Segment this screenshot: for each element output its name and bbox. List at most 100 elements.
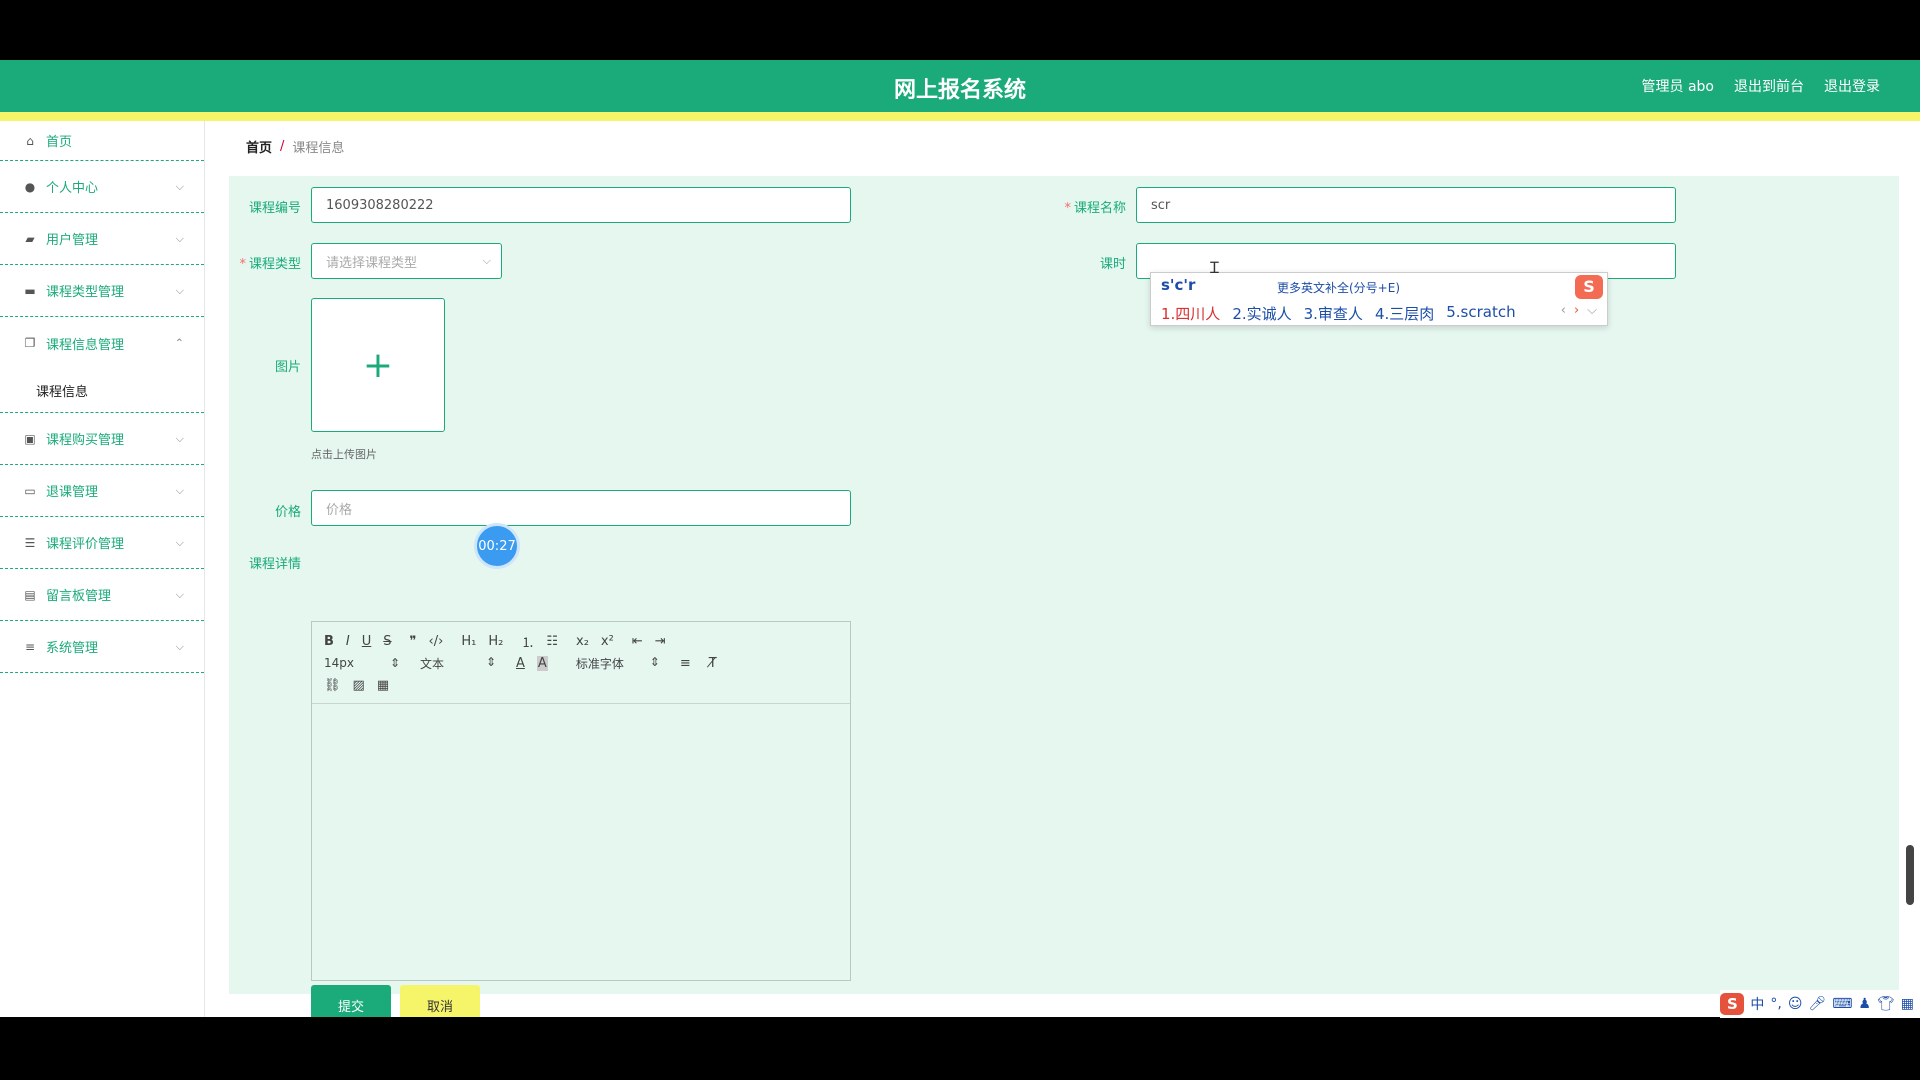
user-icon[interactable]: ♟ <box>1858 996 1871 1012</box>
superscript-icon[interactable]: x² <box>601 634 614 649</box>
sidebar-item-label: 个人中心 <box>46 181 99 196</box>
font-size-value: 14px <box>324 656 354 670</box>
bold-icon[interactable]: B <box>324 634 334 649</box>
sidebar-item-label: 课程信息管理 <box>46 337 125 353</box>
sidebar-item-course-info-management[interactable]: ❐ 课程信息管理 ⌃ <box>0 317 204 369</box>
video-icon[interactable]: ▦ <box>377 678 389 693</box>
subscript-icon[interactable]: x₂ <box>576 634 589 649</box>
chevron-down-icon: ⌵ <box>175 179 184 193</box>
ime-mode-indicator[interactable]: 中 <box>1750 994 1764 1014</box>
users-icon: ▰ <box>25 231 35 246</box>
sidebar-item-label: 课程评价管理 <box>46 537 125 552</box>
course-code-input[interactable]: 1609308280222 <box>311 187 851 223</box>
bullet-list-icon[interactable]: ☷ <box>546 634 558 649</box>
header: 网上报名系统 管理员 abo 退出到前台 退出登录 <box>0 60 1920 112</box>
sidebar-item-label: 课程购买管理 <box>46 433 125 448</box>
chat-icon: ▭ <box>24 483 36 498</box>
quote-icon[interactable]: ❞ <box>410 634 417 649</box>
font-size-select[interactable]: 14px ⇕ <box>324 656 400 670</box>
sidebar-item-home[interactable]: ⌂ 首页 <box>0 121 204 161</box>
ordered-list-icon[interactable]: ⒈ <box>521 632 534 651</box>
sidebar-item-course-type-management[interactable]: ▬ 课程类型管理 ⌵ <box>0 265 204 317</box>
chevron-down-icon: ⌵ <box>175 231 184 245</box>
microphone-icon[interactable]: 🎤︎ <box>1808 996 1826 1012</box>
ime-more-english[interactable]: 更多英文补全(分号+E) <box>1277 279 1400 296</box>
ime-candidate[interactable]: 5.scratch <box>1446 303 1515 324</box>
text-type-select[interactable]: 文本 ⇕ <box>420 655 496 672</box>
heading1-icon[interactable]: H₁ <box>461 634 476 649</box>
ime-composition: s'c'r <box>1161 276 1196 294</box>
underline-icon[interactable]: U <box>362 634 372 649</box>
code-icon[interactable]: ‹/› <box>429 634 444 649</box>
keyboard-icon[interactable]: ⌨ <box>1832 996 1852 1012</box>
sidebar-item-withdraw-management[interactable]: ▭ 退课管理 ⌵ <box>0 465 204 517</box>
strike-icon[interactable]: S <box>383 634 391 649</box>
ime-candidate-window: s'c'r 更多英文补全(分号+E) S 1.四川人 2.实诚人 3.审查人 4… <box>1150 272 1608 326</box>
chevron-left-icon[interactable]: ‹ <box>1561 303 1566 318</box>
sidebar-item-user-management[interactable]: ▰ 用户管理 ⌵ <box>0 213 204 265</box>
logout-link[interactable]: 退出登录 <box>1824 76 1880 96</box>
sidebar-item-label: 系统管理 <box>46 641 99 656</box>
price-input[interactable]: 价格 <box>311 490 851 526</box>
sogou-logo-icon: S <box>1575 275 1603 299</box>
image-upload-button[interactable]: + <box>311 298 445 432</box>
upload-hint: 点击上传图片 <box>311 448 377 461</box>
background-color-icon[interactable]: A <box>536 655 548 671</box>
heading2-icon[interactable]: H₂ <box>488 634 503 649</box>
sidebar-item-label: 留言板管理 <box>46 589 112 604</box>
font-family-select[interactable]: 标准字体 ⇕ <box>576 655 660 672</box>
user-icon: ● <box>24 179 36 194</box>
select-arrows-icon: ⇕ <box>649 654 660 669</box>
course-name-input[interactable]: scr <box>1136 187 1676 223</box>
cancel-button[interactable]: 取消 <box>400 985 480 1017</box>
align-icon[interactable]: ≡ <box>680 656 691 671</box>
list-icon: ☰ <box>24 535 36 550</box>
chevron-right-icon[interactable]: › <box>1574 303 1579 318</box>
sidebar-item-personal-center[interactable]: ● 个人中心 ⌵ <box>0 161 204 213</box>
page-scrollbar[interactable] <box>1906 845 1914 905</box>
punctuation-icon[interactable]: °, <box>1770 996 1781 1012</box>
ime-candidate[interactable]: 4.三层肉 <box>1375 303 1434 324</box>
sidebar-item-system-management[interactable]: ≡ 系统管理 ⌵ <box>0 621 204 673</box>
breadcrumb-home[interactable]: 首页 <box>246 137 272 156</box>
sidebar-item-course-purchase-management[interactable]: ▣ 课程购买管理 ⌵ <box>0 413 204 465</box>
sliders-icon: ≡ <box>24 639 36 654</box>
grid-icon[interactable]: ▦ <box>1901 996 1914 1012</box>
sidebar-item-message-board-management[interactable]: ▤ 留言板管理 ⌵ <box>0 569 204 621</box>
recording-timer: 00:27 <box>474 523 520 569</box>
outdent-icon[interactable]: ⇤ <box>632 634 643 649</box>
text-cursor-icon: Ɪ <box>1210 258 1219 277</box>
sidebar-item-label: 首页 <box>46 135 73 150</box>
course-type-select[interactable]: 请选择课程类型 ⌵ <box>311 243 502 279</box>
editor-content[interactable] <box>312 704 850 980</box>
app-window: 网上报名系统 管理员 abo 退出到前台 退出登录 ⌂ 首页 ● 个人中心 ⌵ … <box>0 60 1920 1017</box>
course-hours-label: 课时 <box>1099 257 1126 272</box>
emoji-icon[interactable]: ☺ <box>1788 996 1803 1012</box>
exit-to-front-link[interactable]: 退出到前台 <box>1734 76 1804 96</box>
image-icon[interactable]: ▨ <box>353 678 365 693</box>
clear-format-icon[interactable]: T̸ <box>709 656 717 671</box>
header-accent-bar <box>0 112 1920 121</box>
ime-candidate[interactable]: 1.四川人 <box>1161 303 1220 324</box>
course-type-label: * 课程类型 <box>239 257 301 272</box>
ime-candidate[interactable]: 3.审查人 <box>1304 303 1363 324</box>
chevron-up-icon: ⌃ <box>174 336 184 350</box>
submit-button[interactable]: 提交 <box>311 985 391 1017</box>
sidebar-subitem-course-info[interactable]: 课程信息 <box>0 369 204 413</box>
link-icon[interactable]: ⛓ <box>324 678 341 693</box>
indent-icon[interactable]: ⇥ <box>655 634 666 649</box>
chevron-down-icon: ⌵ <box>175 587 184 601</box>
home-icon: ⌂ <box>26 133 34 148</box>
ime-candidate[interactable]: 2.实诚人 <box>1232 303 1291 324</box>
inbox-icon: ▤ <box>24 587 36 602</box>
plus-icon: + <box>362 344 394 386</box>
admin-user[interactable]: 管理员 abo <box>1642 76 1714 96</box>
sidebar-item-label: 用户管理 <box>46 233 99 248</box>
copy-icon: ❐ <box>24 336 36 350</box>
chevron-down-icon: ⌵ <box>175 431 184 445</box>
skin-icon[interactable]: 👕︎ <box>1877 996 1895 1012</box>
chevron-down-icon[interactable]: ⌵ <box>1587 303 1597 318</box>
italic-icon[interactable]: I <box>346 634 350 649</box>
font-color-icon[interactable]: A <box>516 656 525 671</box>
sidebar-item-course-review-management[interactable]: ☰ 课程评价管理 ⌵ <box>0 517 204 569</box>
